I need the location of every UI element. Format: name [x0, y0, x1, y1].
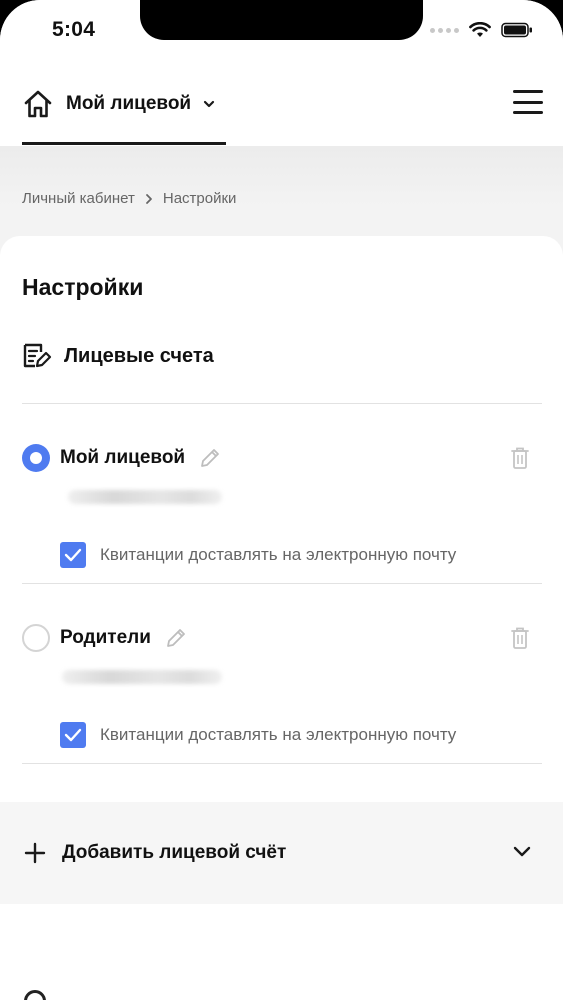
status-bar: 5:04 [0, 0, 563, 60]
divider [22, 583, 542, 584]
battery-icon [501, 22, 532, 38]
email-receipts-label: Квитанции доставлять на электронную почт… [100, 545, 457, 564]
trash-icon[interactable] [510, 626, 530, 655]
menu-icon[interactable] [513, 90, 543, 114]
notch [140, 0, 423, 40]
section-header-accounts: Лицевые счета [22, 342, 214, 370]
chevron-down-icon [204, 100, 215, 108]
add-account-label: Добавить лицевой счёт [62, 842, 287, 863]
account-item: Мой лицевой Квитанции доставлять на элек… [22, 438, 542, 578]
plus-icon [24, 842, 46, 864]
account-number-redacted [68, 490, 222, 504]
pencil-icon[interactable] [165, 627, 187, 649]
email-receipts-option[interactable]: Квитанции доставлять на электронную почт… [60, 542, 456, 568]
breadcrumb-item-cabinet[interactable]: Личный кабинет [22, 190, 135, 207]
pencil-icon[interactable] [199, 447, 221, 469]
chevron-down-icon [513, 846, 531, 857]
divider [22, 763, 542, 764]
checkmark-icon [64, 728, 82, 742]
chevron-right-icon [145, 193, 152, 204]
home-icon [24, 90, 52, 118]
document-edit-icon [23, 343, 52, 368]
account-name: Мой лицевой [60, 447, 186, 468]
account-radio[interactable] [22, 624, 50, 652]
account-name: Родители [60, 627, 151, 648]
settings-card: Настройки Лицевые счета Мой лицевой Квит… [0, 236, 563, 1000]
trash-icon[interactable] [510, 446, 530, 475]
add-account-panel[interactable]: Добавить лицевой счёт [0, 802, 563, 904]
wifi-icon [469, 22, 491, 37]
status-time: 5:04 [52, 18, 96, 41]
account-radio-selected[interactable] [22, 444, 50, 472]
checkmark-icon [64, 548, 82, 562]
top-navigation: Мой лицевой [0, 60, 563, 146]
divider [22, 403, 542, 404]
section-title: Лицевые счета [64, 344, 214, 367]
email-receipts-checkbox[interactable] [60, 542, 86, 568]
page-title: Настройки [22, 274, 144, 300]
status-icons [430, 20, 533, 40]
email-receipts-checkbox[interactable] [60, 722, 86, 748]
phone-screen: 5:04 Мой лицевой Личный кабинет Настройк… [0, 0, 563, 1000]
signal-icon [430, 27, 459, 33]
account-switcher-label: Мой лицевой [66, 93, 192, 114]
account-item: Родители Квитанции доставлять на электро… [22, 618, 542, 758]
email-receipts-label: Квитанции доставлять на электронную почт… [100, 725, 457, 744]
active-tab-underline [22, 142, 226, 145]
breadcrumb: Личный кабинет Настройки [22, 190, 236, 207]
account-number-redacted [62, 670, 222, 684]
email-receipts-option[interactable]: Квитанции доставлять на электронную почт… [60, 722, 456, 748]
breadcrumb-item-settings: Настройки [162, 190, 237, 207]
account-switcher[interactable]: Мой лицевой [22, 84, 215, 124]
